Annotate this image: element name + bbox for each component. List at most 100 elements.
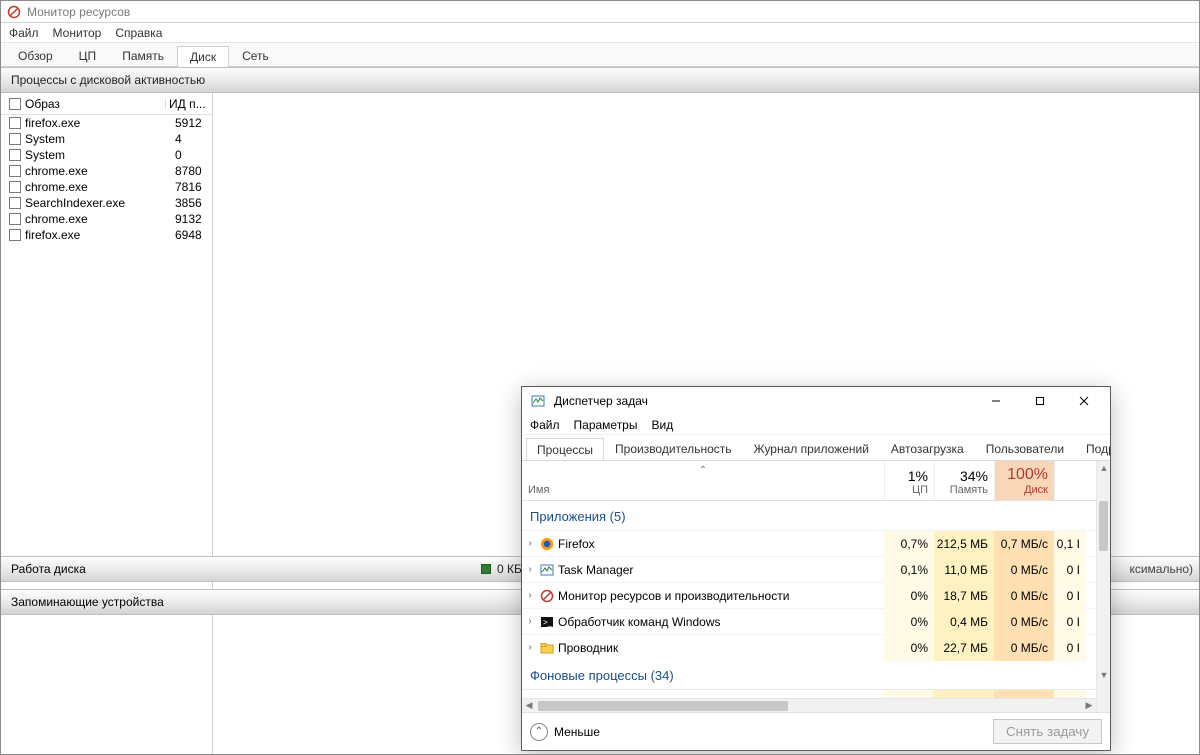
cell-cpu: 0% — [884, 609, 934, 635]
process-row[interactable]: chrome.exe8780 — [1, 163, 212, 179]
app-name: Task Manager — [556, 563, 884, 577]
col-network[interactable] — [1054, 461, 1086, 500]
tm-tab[interactable]: Производительность — [604, 437, 742, 460]
resmon-icon — [7, 5, 21, 19]
process-name: System — [25, 132, 171, 146]
app-row[interactable]: ›Проводник0%22,7 МБ0 МБ/с0 І — [522, 634, 1096, 660]
app-name: Проводник — [556, 641, 884, 655]
row-checkbox[interactable] — [9, 213, 21, 225]
tab-network[interactable]: Сеть — [229, 45, 282, 66]
col-disk[interactable]: 100% Диск — [994, 461, 1054, 500]
cell-cpu: 0,7% — [884, 531, 934, 557]
task-manager-window[interactable]: Диспетчер задач Файл Параметры Вид Проце… — [521, 386, 1111, 751]
storage-title: Запоминающие устройства — [11, 595, 164, 609]
rm-titlebar[interactable]: Монитор ресурсов — [1, 1, 1199, 23]
tm-footer: ⌃ Меньше Снять задачу — [522, 712, 1110, 750]
process-pid: 7816 — [171, 180, 211, 194]
process-row[interactable]: System4 — [1, 131, 212, 147]
horizontal-scrollbar[interactable]: ◀ ▶ — [522, 698, 1096, 712]
process-name: System — [25, 148, 171, 162]
expand-chevron-icon[interactable]: › — [522, 590, 538, 601]
scroll-thumb[interactable] — [1099, 501, 1108, 551]
process-name: chrome.exe — [25, 180, 171, 194]
row-checkbox[interactable] — [9, 197, 21, 209]
fewer-details-button[interactable]: ⌃ Меньше — [530, 723, 600, 741]
end-task-button[interactable]: Снять задачу — [993, 719, 1102, 744]
scroll-up-icon[interactable]: ▲ — [1097, 461, 1110, 475]
app-icon — [538, 641, 556, 655]
tm-menubar: Файл Параметры Вид — [522, 415, 1110, 435]
tm-tab[interactable]: Пользователи — [975, 437, 1075, 460]
row-checkbox[interactable] — [9, 229, 21, 241]
tm-titlebar[interactable]: Диспетчер задач — [522, 387, 1110, 415]
scroll-down-icon[interactable]: ▼ — [1097, 668, 1110, 682]
cell-disk: 0 МБ/с — [994, 583, 1054, 609]
row-checkbox[interactable] — [9, 181, 21, 193]
expand-chevron-icon[interactable]: › — [522, 564, 538, 575]
app-name: Обработчик команд Windows — [556, 615, 884, 629]
menu-monitor[interactable]: Монитор — [53, 23, 102, 43]
vertical-scrollbar[interactable]: ▲ ▼ — [1096, 461, 1110, 712]
process-columns-header[interactable]: Образ ИД п... — [1, 93, 212, 115]
minimize-button[interactable] — [974, 387, 1018, 415]
hscroll-thumb[interactable] — [538, 701, 788, 711]
process-row[interactable]: firefox.exe5912 — [1, 115, 212, 131]
group-applications[interactable]: Приложения (5) — [522, 501, 1096, 530]
row-checkbox[interactable] — [9, 165, 21, 177]
expand-chevron-icon[interactable]: › — [522, 538, 538, 549]
cell-memory: 22,7 МБ — [934, 635, 994, 661]
disk-activity-title: Работа диска — [11, 562, 86, 576]
select-all-checkbox[interactable] — [9, 98, 21, 110]
maximize-button[interactable] — [1018, 387, 1062, 415]
app-row[interactable]: › Монитор ресурсов и производительности0%… — [522, 582, 1096, 608]
tm-menu-view[interactable]: Вид — [651, 418, 673, 432]
col-cpu[interactable]: 1% ЦП — [884, 461, 934, 500]
app-row[interactable]: ›>_Обработчик команд Windows0%0,4 МБ0 МБ… — [522, 608, 1096, 634]
col-name[interactable]: ⌃ Имя — [522, 461, 884, 500]
group-background[interactable]: Фоновые процессы (34) — [522, 660, 1096, 689]
expand-chevron-icon[interactable]: › — [522, 616, 538, 627]
row-checkbox[interactable] — [9, 133, 21, 145]
cell-network: 0 І — [1054, 609, 1086, 635]
hscroll-right-icon[interactable]: ▶ — [1082, 699, 1096, 713]
col-pid[interactable]: ИД п... — [169, 97, 206, 111]
app-name: Монитор ресурсов и производительности — [556, 589, 884, 603]
process-row[interactable]: chrome.exe7816 — [1, 179, 212, 195]
col-image[interactable]: Образ — [25, 97, 60, 111]
menu-help[interactable]: Справка — [115, 23, 162, 43]
tm-tab[interactable]: Подробности — [1075, 437, 1110, 460]
cell-disk: 0 МБ/с — [994, 609, 1054, 635]
process-row[interactable]: System0 — [1, 147, 212, 163]
app-row[interactable]: ›Task Manager0,1%11,0 МБ0 МБ/с0 І — [522, 556, 1096, 582]
process-row[interactable]: SearchIndexer.exe3856 — [1, 195, 212, 211]
tab-cpu[interactable]: ЦП — [66, 45, 110, 66]
app-icon — [538, 537, 556, 551]
tab-overview[interactable]: Обзор — [5, 45, 66, 66]
process-row[interactable]: firefox.exe6948 — [1, 227, 212, 243]
tab-disk[interactable]: Диск — [177, 46, 229, 67]
tm-menu-file[interactable]: Файл — [530, 418, 560, 432]
tm-tabs: ПроцессыПроизводительностьЖурнал приложе… — [522, 435, 1110, 461]
disk-right-truncated: ксимально) — [1129, 562, 1193, 576]
taskmgr-icon — [530, 393, 546, 409]
process-list-panel: Образ ИД п... firefox.exe5912System4Syst… — [1, 93, 213, 754]
menu-file[interactable]: Файл — [9, 23, 39, 43]
cell-cpu: 0% — [884, 583, 934, 609]
tm-tab[interactable]: Журнал приложений — [743, 437, 880, 460]
tm-tab[interactable]: Автозагрузка — [880, 437, 975, 460]
hscroll-left-icon[interactable]: ◀ — [522, 699, 536, 713]
tab-memory[interactable]: Память — [109, 45, 177, 66]
section-processes-header[interactable]: Процессы с дисковой активностью — [1, 67, 1199, 93]
app-row[interactable]: ›Firefox0,7%212,5 МБ0,7 МБ/с0,1 І — [522, 530, 1096, 556]
tm-menu-options[interactable]: Параметры — [574, 418, 638, 432]
row-checkbox[interactable] — [9, 149, 21, 161]
close-button[interactable] — [1062, 387, 1106, 415]
tm-tab[interactable]: Процессы — [526, 438, 604, 461]
col-memory[interactable]: 34% Память — [934, 461, 994, 500]
process-row[interactable]: chrome.exe9132 — [1, 211, 212, 227]
row-checkbox[interactable] — [9, 117, 21, 129]
expand-chevron-icon[interactable]: › — [522, 642, 538, 653]
tm-column-headers[interactable]: ⌃ Имя 1% ЦП 34% Память 100% Диск — [522, 461, 1096, 501]
section-processes-title: Процессы с дисковой активностью — [11, 73, 205, 87]
cell-memory: 11,0 МБ — [934, 557, 994, 583]
